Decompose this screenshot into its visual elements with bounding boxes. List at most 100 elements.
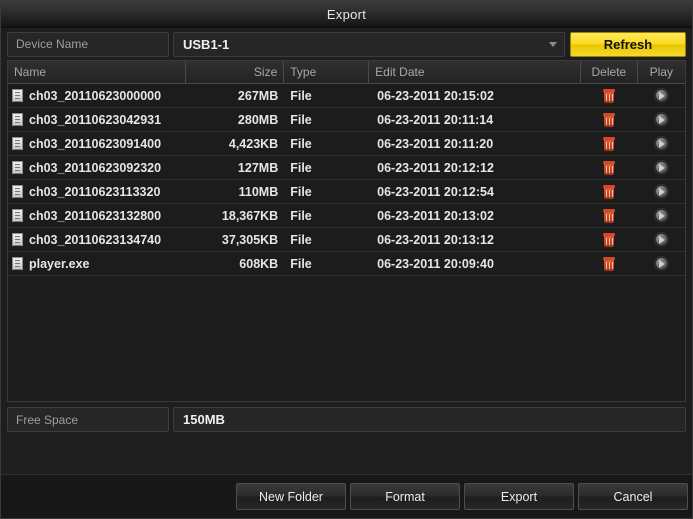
column-header-size[interactable]: Size bbox=[186, 61, 285, 83]
dialog-footer: New Folder Format Export Cancel bbox=[1, 474, 692, 518]
format-button[interactable]: Format bbox=[350, 483, 460, 510]
cell-name: ch03_20110623134740 bbox=[8, 228, 186, 251]
cell-size: 110MB bbox=[238, 184, 279, 199]
column-header-edit-date[interactable]: Edit Date bbox=[369, 61, 582, 83]
cell-edit-date: 06-23-2011 20:12:12 bbox=[377, 160, 494, 175]
table-row[interactable]: ch03_20110623000000 267MB File 06-23-2011 2… bbox=[8, 84, 685, 108]
table-row[interactable]: ch03_20110623091400 4,423KB File 06-23-2011… bbox=[8, 132, 685, 156]
table-body: ch03_20110623000000 267MB File 06-23-2011 2… bbox=[8, 84, 685, 401]
cell-delete[interactable] bbox=[581, 204, 637, 227]
file-name-text: player.exe bbox=[29, 256, 90, 271]
new-folder-button[interactable]: New Folder bbox=[236, 483, 346, 510]
file-name-text: ch03_20110623091400 bbox=[29, 136, 162, 151]
cell-type: File bbox=[290, 256, 312, 271]
export-dialog: Export Device Name USB1-1 Refresh Name S… bbox=[0, 0, 693, 519]
cell-name: ch03_20110623091400 bbox=[8, 132, 186, 155]
trash-icon[interactable] bbox=[603, 232, 616, 247]
cell-edit-date: 06-23-2011 20:11:20 bbox=[377, 136, 494, 151]
column-header-delete: Delete bbox=[581, 61, 638, 83]
cell-play[interactable] bbox=[638, 84, 685, 107]
cell-play[interactable] bbox=[638, 252, 685, 275]
file-name-text: ch03_20110623132800 bbox=[29, 208, 162, 223]
cell-play[interactable] bbox=[638, 204, 685, 227]
cell-delete[interactable] bbox=[581, 108, 637, 131]
play-icon[interactable] bbox=[652, 255, 670, 272]
table-row[interactable]: player.exe 608KB File 06-23-2011 20:09:40 bbox=[8, 252, 685, 276]
cell-size: 608KB bbox=[239, 256, 279, 271]
table-row[interactable]: ch03_20110623132800 18,367KB File 06-23-201… bbox=[8, 204, 685, 228]
cell-edit-date: 06-23-2011 20:13:02 bbox=[377, 208, 494, 223]
cell-size: 37,305KB bbox=[221, 232, 279, 247]
cell-size: 267MB bbox=[237, 88, 279, 103]
cell-delete[interactable] bbox=[581, 156, 637, 179]
trash-icon[interactable] bbox=[603, 160, 616, 175]
cell-name: ch03_20110623113320 bbox=[8, 180, 186, 203]
cell-delete[interactable] bbox=[581, 132, 637, 155]
play-icon[interactable] bbox=[652, 207, 670, 224]
cell-type: File bbox=[290, 136, 312, 151]
table-row[interactable]: ch03_20110623134740 37,305KB File 06-23-201… bbox=[8, 228, 685, 252]
table-row[interactable]: ch03_20110623092320 127MB File 06-23-2011 2… bbox=[8, 156, 685, 180]
cell-type: File bbox=[290, 184, 312, 199]
cell-delete[interactable] bbox=[581, 180, 637, 203]
trash-icon[interactable] bbox=[603, 256, 616, 271]
cell-type: File bbox=[290, 112, 312, 127]
cell-delete[interactable] bbox=[581, 84, 637, 107]
cell-delete[interactable] bbox=[581, 252, 637, 275]
column-header-type[interactable]: Type bbox=[284, 61, 370, 83]
trash-icon[interactable] bbox=[603, 184, 616, 199]
cell-type: File bbox=[290, 88, 312, 103]
file-table: Name Size Type Edit Date Delete Play ch0… bbox=[7, 60, 686, 402]
device-name-label: Device Name bbox=[7, 31, 169, 57]
file-icon bbox=[12, 185, 23, 198]
export-button[interactable]: Export bbox=[464, 483, 574, 510]
cell-play[interactable] bbox=[638, 108, 685, 131]
cell-edit-date: 06-23-2011 20:13:12 bbox=[377, 232, 494, 247]
cell-name: ch03_20110623132800 bbox=[8, 204, 186, 227]
play-icon[interactable] bbox=[652, 183, 670, 200]
file-name-text: ch03_20110623000000 bbox=[29, 88, 162, 103]
cell-type: File bbox=[290, 232, 312, 247]
refresh-button[interactable]: Refresh bbox=[570, 31, 686, 57]
cell-edit-date: 06-23-2011 20:15:02 bbox=[377, 88, 494, 103]
column-header-play: Play bbox=[649, 65, 673, 79]
play-icon[interactable] bbox=[652, 135, 670, 152]
file-icon bbox=[12, 137, 23, 150]
play-icon[interactable] bbox=[652, 111, 670, 128]
play-icon[interactable] bbox=[652, 231, 670, 248]
cell-name: player.exe bbox=[8, 252, 186, 275]
free-space-row: Free Space 150MB bbox=[1, 402, 692, 433]
cell-name: ch03_20110623042931 bbox=[8, 108, 186, 131]
cell-delete[interactable] bbox=[581, 228, 637, 251]
cell-play[interactable] bbox=[638, 228, 685, 251]
cell-play[interactable] bbox=[638, 132, 685, 155]
file-icon bbox=[12, 233, 23, 246]
cell-size: 127MB bbox=[237, 160, 279, 175]
cancel-button[interactable]: Cancel bbox=[578, 483, 688, 510]
dialog-titlebar: Export bbox=[1, 1, 692, 28]
device-name-row: Device Name USB1-1 Refresh bbox=[1, 28, 692, 60]
file-name-text: ch03_20110623092320 bbox=[29, 160, 162, 175]
chevron-down-icon bbox=[549, 41, 557, 47]
cell-name: ch03_20110623092320 bbox=[8, 156, 186, 179]
device-name-select[interactable]: USB1-1 bbox=[173, 31, 565, 57]
cell-play[interactable] bbox=[638, 180, 685, 203]
cell-play[interactable] bbox=[638, 156, 685, 179]
play-icon[interactable] bbox=[652, 87, 670, 104]
dialog-title: Export bbox=[326, 6, 367, 22]
trash-icon[interactable] bbox=[603, 208, 616, 223]
cell-size: 280MB bbox=[237, 112, 279, 127]
table-row[interactable]: ch03_20110623113320 110MB File 06-23-2011 2… bbox=[8, 180, 685, 204]
trash-icon[interactable] bbox=[603, 88, 616, 103]
file-name-text: ch03_20110623113320 bbox=[29, 184, 161, 199]
play-icon[interactable] bbox=[652, 159, 670, 176]
trash-icon[interactable] bbox=[603, 136, 616, 151]
column-header-name[interactable]: Name bbox=[8, 61, 186, 83]
table-row[interactable]: ch03_20110623042931 280MB File 06-23-2011 2… bbox=[8, 108, 685, 132]
cell-edit-date: 06-23-2011 20:09:40 bbox=[377, 256, 494, 271]
cell-edit-date: 06-23-2011 20:12:54 bbox=[377, 184, 494, 199]
trash-icon[interactable] bbox=[603, 112, 616, 127]
file-name-text: ch03_20110623042931 bbox=[29, 112, 162, 127]
cell-size: 18,367KB bbox=[221, 208, 279, 223]
free-space-label: Free Space bbox=[7, 407, 169, 432]
